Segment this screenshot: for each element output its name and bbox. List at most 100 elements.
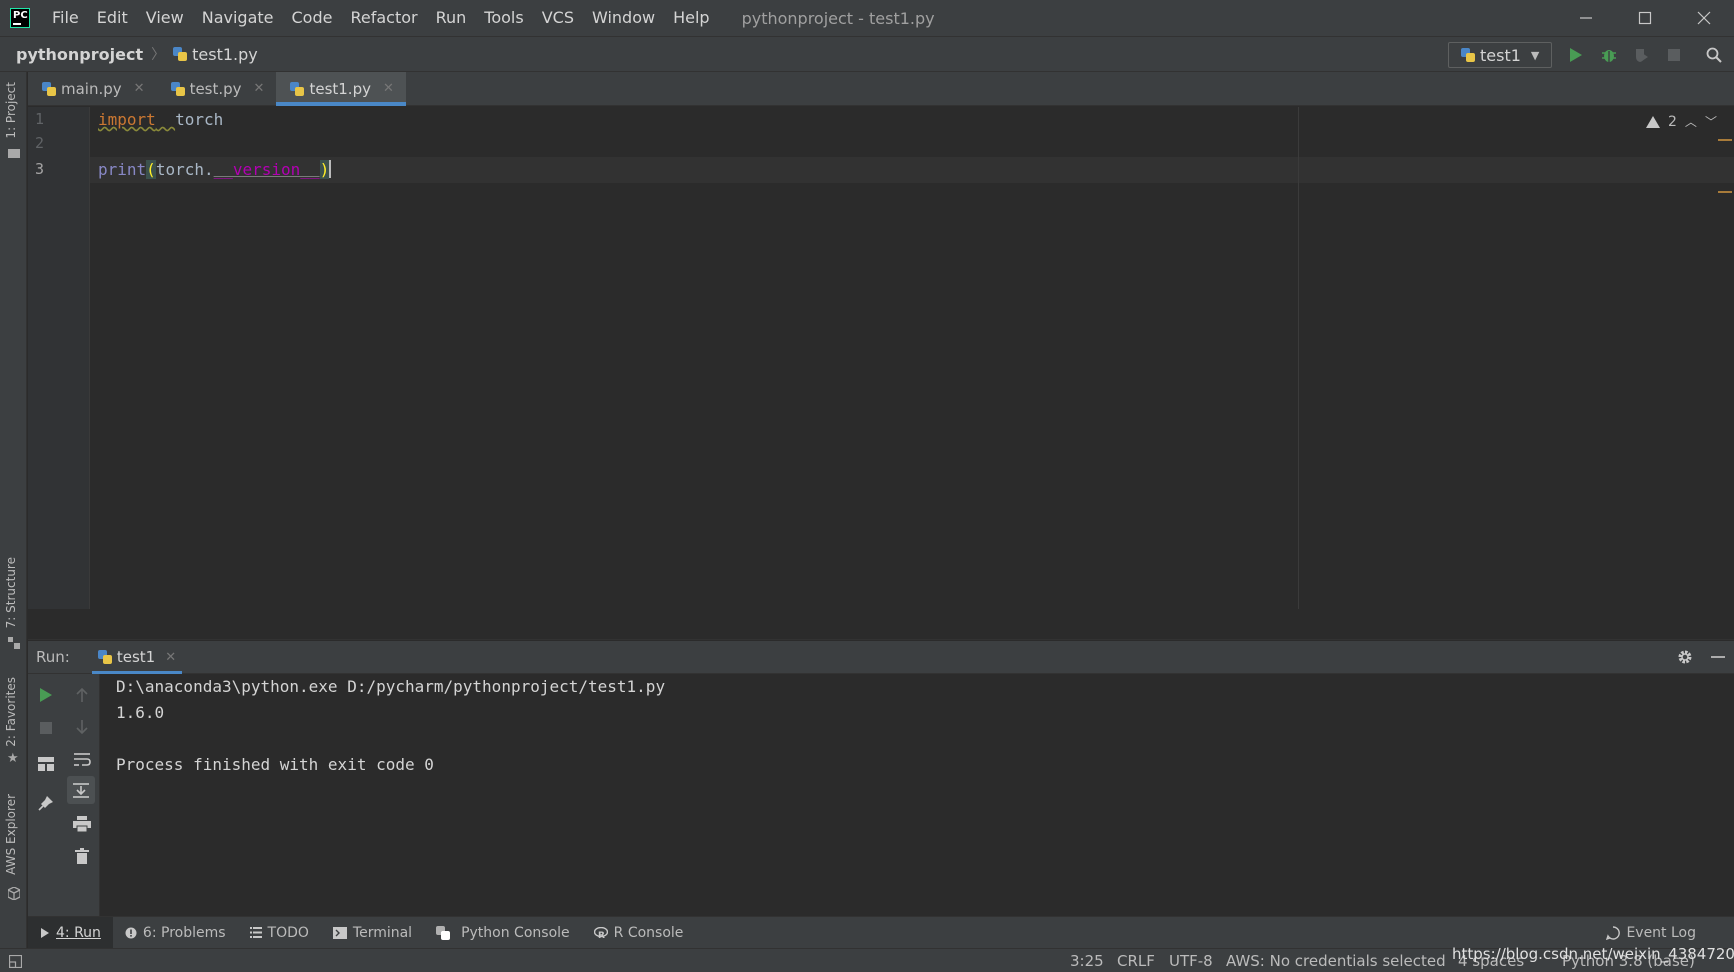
right-margin-guide <box>1298 107 1299 609</box>
dunder-attribute: __version__ <box>213 160 320 179</box>
minimize-icon <box>1711 656 1725 658</box>
menu-window[interactable]: Window <box>583 0 664 36</box>
console-line: Process finished with exit code 0 <box>116 755 434 774</box>
main-menu: File Edit View Navigate Code Refactor Ru… <box>43 0 719 36</box>
run-toolbar <box>28 674 100 916</box>
up-stack-button[interactable] <box>70 683 94 707</box>
menu-vcs[interactable]: VCS <box>533 0 583 36</box>
file-encoding[interactable]: UTF-8 <box>1169 952 1213 970</box>
debug-button[interactable] <box>1598 44 1620 66</box>
tool-window-python-console[interactable]: Python Console <box>424 917 582 949</box>
python-icon <box>1461 48 1475 62</box>
minimize-icon <box>1580 17 1592 19</box>
stop-button[interactable] <box>34 716 58 740</box>
editor-tab-test1-py[interactable]: test1.py ✕ <box>276 72 407 106</box>
tool-window-bar: 4: Run 6: Problems TODO Terminal Python … <box>28 916 1734 949</box>
breadcrumb-project[interactable]: pythonproject <box>16 45 143 64</box>
tool-window-todo[interactable]: TODO <box>238 917 321 949</box>
menu-file[interactable]: File <box>43 0 88 36</box>
soft-wrap-button[interactable] <box>70 747 94 771</box>
maximize-icon <box>1638 11 1652 25</box>
close-tab-icon[interactable]: ✕ <box>383 81 394 96</box>
menu-tools[interactable]: Tools <box>475 0 532 36</box>
python-file-icon <box>170 81 185 96</box>
maximize-button[interactable] <box>1617 0 1673 36</box>
favorites-tool-tab[interactable]: 2: Favorites <box>4 677 18 747</box>
menu-edit[interactable]: Edit <box>88 0 137 36</box>
pin-icon <box>38 796 53 811</box>
warning-count: 2 <box>1668 113 1677 130</box>
scroll-to-end-button[interactable] <box>67 776 95 804</box>
bug-icon <box>1602 50 1616 62</box>
line-number: 3 <box>35 160 45 178</box>
editor-tab-test-py[interactable]: test.py ✕ <box>157 72 277 105</box>
scrollbar-warning-marker[interactable] <box>1718 191 1732 193</box>
caret-position[interactable]: 3:25 <box>1070 952 1104 970</box>
run-button[interactable] <box>1565 44 1587 66</box>
breadcrumb-file[interactable]: test1.py <box>192 45 258 64</box>
settings-button[interactable] <box>1677 649 1693 669</box>
aws-connection-status[interactable]: AWS: No credentials selected <box>1226 952 1446 970</box>
arrow-up-icon <box>76 687 88 702</box>
menu-help[interactable]: Help <box>664 0 718 36</box>
code-editor[interactable]: 1 2 3 import torch print(torch.__version… <box>28 107 1734 609</box>
open-paren: ( <box>146 160 156 179</box>
pycharm-logo-icon: PC <box>10 8 30 28</box>
line-separator[interactable]: CRLF <box>1117 952 1155 970</box>
structure-tool-tab[interactable]: 7: Structure <box>4 557 18 628</box>
tool-window-r-console[interactable]: R R Console <box>582 917 696 949</box>
warning-icon <box>1646 115 1660 128</box>
run-icon <box>40 688 52 702</box>
breadcrumb-separator-icon: 〉 <box>151 47 166 63</box>
aws-explorer-tool-tab[interactable]: AWS Explorer <box>4 794 18 875</box>
text-caret <box>329 160 332 178</box>
tool-window-run[interactable]: 4: Run <box>28 916 113 949</box>
stop-icon <box>1668 49 1680 61</box>
left-tool-stripe: 1: Project 7: Structure 2: Favorites ★ A… <box>0 72 27 948</box>
arrow-down-icon <box>76 720 88 735</box>
pin-tab-button[interactable] <box>34 791 58 815</box>
menu-code[interactable]: Code <box>283 0 342 36</box>
hide-panel-button[interactable] <box>1711 649 1725 669</box>
tool-window-label: Python Console <box>461 924 570 941</box>
minimize-button[interactable] <box>1558 0 1614 36</box>
menu-refactor[interactable]: Refactor <box>341 0 426 36</box>
coverage-button[interactable] <box>1630 44 1652 66</box>
close-tab-icon[interactable]: ✕ <box>165 650 176 665</box>
run-configuration-selector[interactable]: test1 ▼ <box>1448 42 1552 68</box>
title-bar: PC File Edit View Navigate Code Refactor… <box>0 0 1734 36</box>
chevron-down-icon[interactable]: ﹀ <box>1705 113 1717 130</box>
event-log-icon <box>1606 926 1621 940</box>
project-tool-tab[interactable]: 1: Project <box>4 82 18 139</box>
show-tool-windows-button[interactable] <box>8 954 23 972</box>
stop-button[interactable] <box>1663 44 1685 66</box>
close-tab-icon[interactable]: ✕ <box>254 81 265 96</box>
watermark-url: https://blog.csdn.net/weixin_43847205 <box>1452 945 1734 963</box>
star-icon: ★ <box>7 751 19 766</box>
restore-layout-button[interactable] <box>34 752 58 776</box>
close-tab-icon[interactable]: ✕ <box>134 81 145 96</box>
tool-window-problems[interactable]: 6: Problems <box>113 917 238 949</box>
inspection-widget[interactable]: 2 ︿ ﹀ <box>1646 113 1717 130</box>
scrollbar-warning-marker[interactable] <box>1718 139 1732 141</box>
run-console-output[interactable]: D:\anaconda3\python.exe D:/pycharm/pytho… <box>101 674 1734 916</box>
menu-navigate[interactable]: Navigate <box>193 0 283 36</box>
down-stack-button[interactable] <box>70 715 94 739</box>
tool-window-label: 4: Run <box>56 924 101 941</box>
close-window-button[interactable] <box>1676 0 1732 36</box>
editor-tab-bar: main.py ✕ test.py ✕ test1.py ✕ <box>28 72 1734 106</box>
clear-all-button[interactable] <box>70 844 94 868</box>
module-name: torch <box>175 110 224 129</box>
menu-run[interactable]: Run <box>427 0 476 36</box>
tool-window-label: 6: Problems <box>142 924 226 941</box>
tool-window-terminal[interactable]: Terminal <box>321 917 424 949</box>
run-tab-test1[interactable]: test1 ✕ <box>91 641 183 674</box>
search-everywhere-button[interactable] <box>1703 44 1725 66</box>
rerun-button[interactable] <box>34 683 58 707</box>
editor-tab-main-py[interactable]: main.py ✕ <box>28 72 157 105</box>
chevron-up-icon[interactable]: ︿ <box>1685 113 1697 130</box>
r-console-icon: R <box>593 926 608 939</box>
print-button[interactable] <box>70 812 94 836</box>
menu-view[interactable]: View <box>137 0 193 36</box>
layout-icon <box>38 757 54 771</box>
